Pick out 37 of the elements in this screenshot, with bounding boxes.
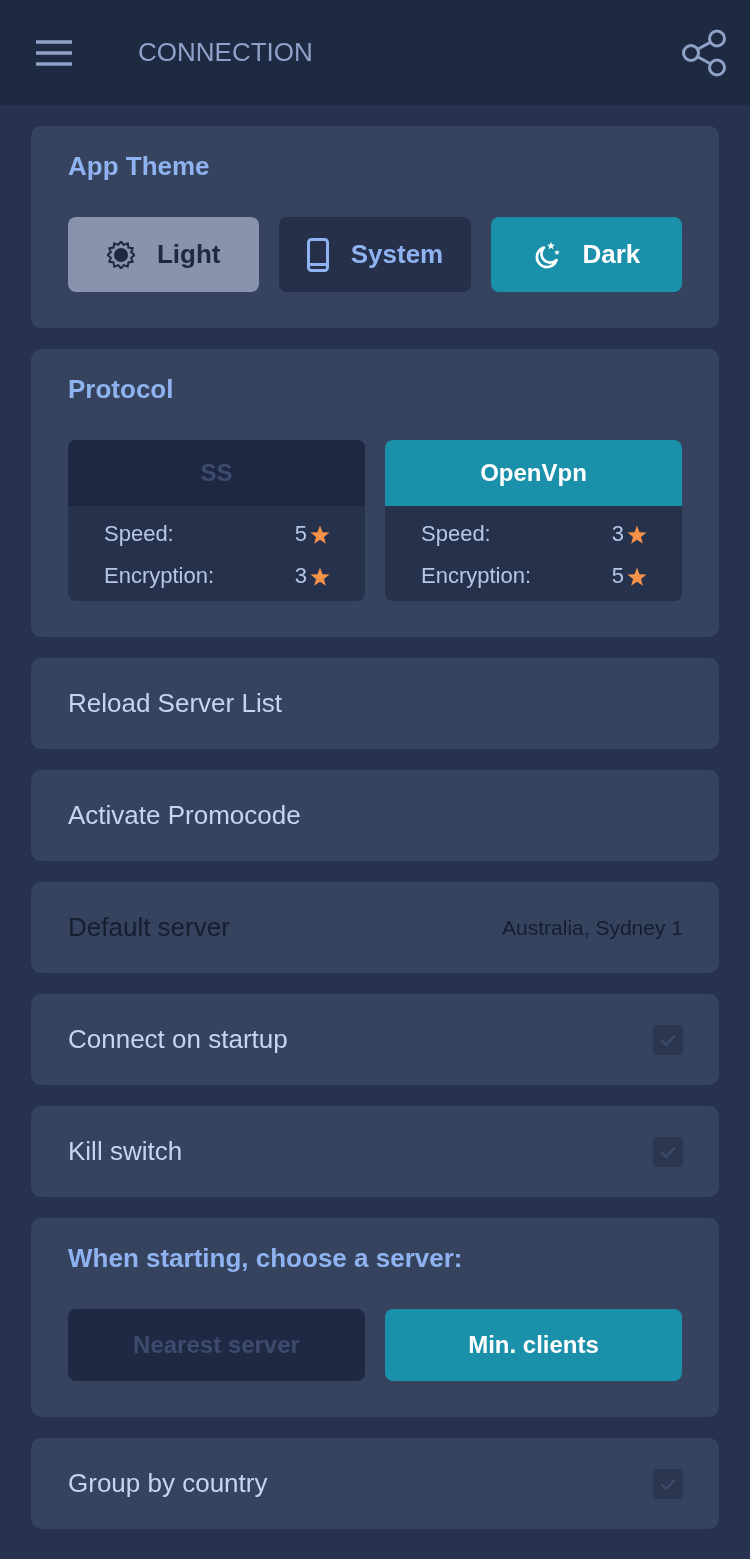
stat-value: 3 — [294, 563, 307, 589]
checkbox[interactable] — [653, 1468, 683, 1499]
setting-label: Kill switch — [68, 1136, 183, 1167]
section-title: Protocol — [68, 373, 175, 406]
choice-button[interactable]: Min. clients — [385, 1309, 682, 1381]
phone-icon — [306, 237, 329, 272]
star-icon — [310, 566, 330, 586]
stat-label: Speed: — [421, 521, 491, 547]
theme-button[interactable]: Light — [68, 217, 260, 292]
settings-item[interactable]: Connect on startup — [31, 994, 719, 1085]
theme-button[interactable]: Dark — [490, 217, 682, 292]
star-icon — [627, 566, 647, 586]
settings-item[interactable]: Group by country — [31, 1438, 719, 1529]
section-title: When starting, choose a server: — [68, 1242, 464, 1275]
screen-title: CONNECTION — [138, 37, 314, 68]
stat-value: 3 — [611, 521, 624, 547]
star-icon — [310, 524, 330, 544]
stat-value: 5 — [294, 521, 307, 547]
settings-item[interactable]: Activate Promocode — [31, 770, 719, 861]
share-icon[interactable] — [681, 28, 727, 77]
stat-value: 5 — [611, 563, 624, 589]
checkbox[interactable] — [653, 1024, 683, 1055]
stat-label: Encryption: — [421, 563, 532, 589]
sun-icon — [106, 240, 135, 269]
settings-item[interactable]: Reload Server List — [31, 658, 719, 749]
star-icon — [627, 524, 647, 544]
menu-icon[interactable] — [36, 39, 72, 66]
settings-item[interactable]: Kill switch — [31, 1106, 719, 1197]
section-title: App Theme — [68, 150, 211, 183]
protocol-card[interactable]: OpenVpn Speed: 3 Encryption: 5 — [385, 440, 682, 601]
setting-label: Group by country — [68, 1468, 268, 1499]
protocol-header: OpenVpn — [385, 440, 682, 506]
checkbox[interactable] — [653, 1136, 683, 1167]
setting-label: Connect on startup — [68, 1024, 288, 1055]
stat-label: Speed: — [104, 521, 174, 547]
theme-button[interactable]: System — [279, 217, 471, 292]
stat-label: Encryption: — [104, 563, 215, 589]
